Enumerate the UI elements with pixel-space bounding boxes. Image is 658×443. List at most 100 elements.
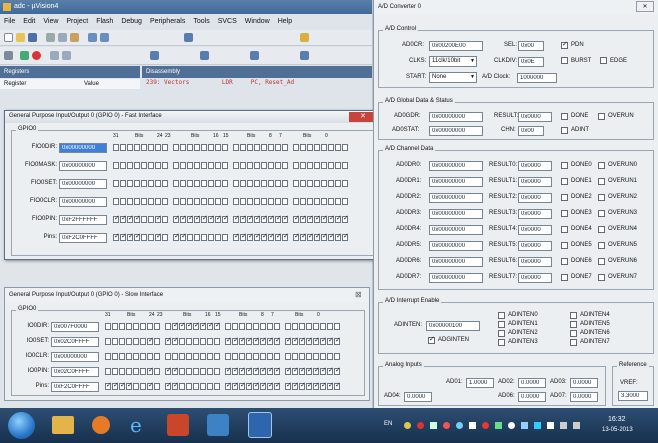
bit-checkbox[interactable]: [307, 144, 313, 151]
bit-checkbox[interactable]: [300, 180, 306, 187]
burst-checkbox[interactable]: [561, 57, 568, 64]
bit-checkbox[interactable]: [282, 214, 289, 223]
bit-checkbox[interactable]: [328, 214, 335, 223]
channel-done-checkbox[interactable]: [561, 194, 568, 201]
bit-checkbox[interactable]: [240, 162, 246, 169]
bit-checkbox[interactable]: [112, 368, 118, 375]
bit-checkbox[interactable]: [186, 368, 192, 375]
bit-checkbox[interactable]: [328, 198, 334, 205]
bit-checkbox[interactable]: [320, 336, 327, 345]
bit-checkbox[interactable]: [154, 383, 160, 390]
bit-checkbox[interactable]: [147, 353, 153, 360]
adint-checkbox[interactable]: [561, 127, 568, 134]
channel-done-checkbox[interactable]: [561, 162, 568, 169]
bit-checkbox[interactable]: [233, 162, 239, 169]
gpio-slow-close-button[interactable]: ⊠: [355, 290, 365, 300]
bit-checkbox[interactable]: [260, 336, 267, 345]
bit-checkbox[interactable]: [165, 336, 172, 345]
paste-icon[interactable]: [70, 33, 79, 42]
bit-checkbox[interactable]: [225, 381, 232, 390]
bit-checkbox[interactable]: [127, 198, 133, 205]
bit-checkbox[interactable]: [133, 383, 139, 390]
bit-checkbox[interactable]: [268, 198, 274, 205]
bit-checkbox[interactable]: [293, 214, 300, 223]
adginten-checkbox[interactable]: [428, 335, 435, 344]
bit-checkbox[interactable]: [180, 162, 186, 169]
bit-checkbox[interactable]: [179, 368, 185, 375]
bit-checkbox[interactable]: [215, 144, 221, 151]
adinten-bit-checkbox[interactable]: [570, 339, 577, 346]
gpio-fast-reg-field[interactable]: [59, 197, 107, 207]
chn-field[interactable]: [518, 126, 544, 136]
bit-checkbox[interactable]: [274, 366, 281, 375]
bit-checkbox[interactable]: [222, 234, 228, 241]
channel-result-field[interactable]: [518, 273, 552, 283]
bit-checkbox[interactable]: [253, 323, 259, 330]
bit-checkbox[interactable]: [260, 381, 267, 390]
bit-checkbox[interactable]: [215, 234, 221, 241]
bit-checkbox[interactable]: [155, 232, 162, 241]
channel-done-checkbox[interactable]: [561, 178, 568, 185]
uvision-icon[interactable]: [248, 412, 272, 438]
bit-checkbox[interactable]: [282, 180, 288, 187]
bit-checkbox[interactable]: [140, 353, 146, 360]
bit-checkbox[interactable]: [214, 383, 220, 390]
bit-checkbox[interactable]: [134, 214, 141, 223]
bit-checkbox[interactable]: [147, 336, 154, 345]
gpio-slow-reg-field[interactable]: [51, 337, 99, 347]
channel-overun-checkbox[interactable]: [598, 274, 605, 281]
menu-file[interactable]: File: [4, 16, 15, 28]
bit-checkbox[interactable]: [120, 198, 126, 205]
bit-checkbox[interactable]: [320, 353, 326, 360]
bit-checkbox[interactable]: [113, 180, 119, 187]
bit-checkbox[interactable]: [335, 180, 341, 187]
bit-checkbox[interactable]: [113, 232, 120, 241]
bit-checkbox[interactable]: [300, 198, 306, 205]
cut-icon[interactable]: [46, 33, 55, 42]
bit-checkbox[interactable]: [299, 336, 306, 345]
bit-checkbox[interactable]: [293, 162, 299, 169]
bit-checkbox[interactable]: [247, 162, 253, 169]
bit-checkbox[interactable]: [233, 180, 239, 187]
bit-checkbox[interactable]: [222, 144, 228, 151]
bit-checkbox[interactable]: [327, 336, 334, 345]
bit-checkbox[interactable]: [274, 336, 281, 345]
done-checkbox[interactable]: [561, 113, 568, 120]
bit-checkbox[interactable]: [342, 144, 348, 151]
bit-checkbox[interactable]: [193, 368, 199, 375]
bit-checkbox[interactable]: [222, 214, 229, 223]
bit-checkbox[interactable]: [141, 162, 147, 169]
channel-reg-field[interactable]: [429, 209, 483, 219]
bit-checkbox[interactable]: [307, 180, 313, 187]
bit-checkbox[interactable]: [285, 336, 292, 345]
bit-checkbox[interactable]: [112, 381, 119, 390]
bit-checkbox[interactable]: [320, 323, 326, 330]
bit-checkbox[interactable]: [285, 366, 292, 375]
bit-checkbox[interactable]: [187, 214, 194, 223]
bit-checkbox[interactable]: [148, 162, 154, 169]
step-icon[interactable]: [50, 51, 59, 60]
bit-checkbox[interactable]: [306, 366, 313, 375]
clkdiv-field[interactable]: [518, 57, 544, 67]
channel-overun-checkbox[interactable]: [598, 210, 605, 217]
bit-checkbox[interactable]: [120, 214, 127, 223]
bit-checkbox[interactable]: [327, 381, 334, 390]
bit-checkbox[interactable]: [292, 323, 298, 330]
channel-result-field[interactable]: [518, 225, 552, 235]
powerpoint-icon[interactable]: [167, 414, 189, 436]
bit-checkbox[interactable]: [208, 180, 214, 187]
clock-time[interactable]: 16:32: [608, 416, 626, 423]
bit-checkbox[interactable]: [313, 323, 319, 330]
bit-checkbox[interactable]: [165, 381, 172, 390]
menu-view[interactable]: View: [43, 16, 58, 28]
gpio-fast-reg-field[interactable]: [59, 143, 107, 153]
bit-checkbox[interactable]: [214, 353, 220, 360]
bit-checkbox[interactable]: [342, 162, 348, 169]
bit-checkbox[interactable]: [307, 232, 314, 241]
bit-checkbox[interactable]: [207, 368, 213, 375]
bit-checkbox[interactable]: [292, 353, 298, 360]
menu-flash[interactable]: Flash: [96, 16, 113, 28]
bit-checkbox[interactable]: [246, 323, 252, 330]
bit-checkbox[interactable]: [254, 162, 260, 169]
channel-overun-checkbox[interactable]: [598, 162, 605, 169]
